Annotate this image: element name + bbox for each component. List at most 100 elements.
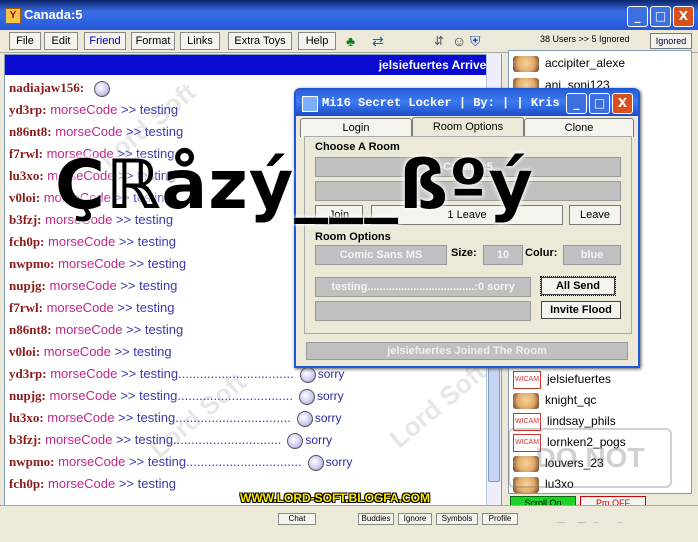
chat-nick[interactable]: b3fzj: <box>9 432 42 447</box>
colour-field[interactable]: blue <box>563 245 621 265</box>
message-field[interactable]: testing.................................… <box>315 277 531 297</box>
chat-nick[interactable]: f7rwl: <box>9 146 43 161</box>
sorry-text: sorry <box>314 411 342 425</box>
app-icon: Y <box>5 8 21 24</box>
ignored-button[interactable]: Ignored <box>650 33 692 49</box>
tab-buddies[interactable]: Buddies <box>358 513 394 525</box>
smiley-icon <box>299 388 315 405</box>
chat-code: morseCode <box>49 388 117 403</box>
locker-title-bar: Mi16 Secret Locker | By: | | Kris _ □ X <box>296 90 638 116</box>
chat-nick[interactable]: f7rwl: <box>9 300 43 315</box>
chat-code: morseCode <box>43 344 111 359</box>
chat-nick[interactable]: nwpmo: <box>9 256 55 271</box>
menu-help[interactable]: Help <box>298 32 336 50</box>
secret-locker-dialog: Mi16 Secret Locker | By: | | Kris _ □ X … <box>294 88 640 368</box>
tab-profile[interactable]: Profile <box>482 513 518 525</box>
invite-flood-button[interactable]: Invite Flood <box>541 301 621 319</box>
chat-code: morseCode <box>55 322 123 337</box>
smiley-icon <box>307 454 324 471</box>
overlay-title: Çℝåzý___ßºý <box>55 146 534 225</box>
shield-icon[interactable]: ⛨ <box>470 32 481 50</box>
chat-nick[interactable]: n86nt8: <box>9 124 52 139</box>
network-icon[interactable]: ⇄ <box>372 32 384 50</box>
chat-line: n86nt8: morseCode >> testing <box>9 319 183 341</box>
tab-clone[interactable]: Clone <box>524 118 634 137</box>
size-field[interactable]: 10 <box>483 245 523 265</box>
room-options-label: Room Options <box>315 231 391 243</box>
copy-watermark: DO NOT COPY <box>508 428 672 529</box>
chat-nick[interactable]: fch0p: <box>9 476 44 491</box>
tab-chat[interactable]: Chat <box>278 513 316 525</box>
menu-links[interactable]: Links <box>180 32 220 50</box>
menu-edit[interactable]: Edit <box>44 32 78 50</box>
chat-line: nupjg: morseCode >> testing <box>9 275 177 297</box>
user-name: knight_qc <box>545 393 597 407</box>
chat-nick[interactable]: b3fzj: <box>9 212 42 227</box>
tree-icon[interactable]: ♣ <box>346 32 355 50</box>
user-list-item[interactable]: WICAM jelsiefuertes <box>513 369 611 389</box>
chat-code: morseCode <box>48 476 116 491</box>
sort-icon[interactable]: ⇵ <box>434 32 444 50</box>
chat-nick[interactable]: nupjg: <box>9 388 46 403</box>
arrival-banner: jelsiefuertes Arrives <box>5 55 501 75</box>
smiley-icon <box>93 80 110 97</box>
chat-nick[interactable]: lu3xo: <box>9 410 44 425</box>
chat-nick[interactable]: nadiajaw156: <box>9 80 84 95</box>
menu-extra-toys[interactable]: Extra Toys <box>228 32 292 50</box>
chat-message: >> testing <box>114 344 172 359</box>
smiley-icon <box>299 366 316 383</box>
chat-code: morseCode <box>50 102 118 117</box>
chat-nick[interactable]: v0loi: <box>9 344 40 359</box>
avatar <box>513 392 539 409</box>
chat-message: >> testing <box>126 322 184 337</box>
chat-nick[interactable]: nwpmo: <box>9 454 55 469</box>
menu-friend[interactable]: Friend <box>84 32 126 50</box>
tab-room-options[interactable]: Room Options <box>412 117 524 138</box>
chat-nick[interactable]: v0loi: <box>9 190 40 205</box>
minimize-button[interactable]: _ <box>627 6 648 27</box>
close-button[interactable]: X <box>673 6 694 27</box>
tab-login[interactable]: Login <box>300 118 412 137</box>
user-list-item[interactable]: accipiter_alexe <box>513 53 625 73</box>
tab-ignore[interactable]: Ignore <box>398 513 432 525</box>
user-list-item[interactable]: knight_qc <box>513 390 596 410</box>
chat-code: morseCode <box>48 234 116 249</box>
locker-close-button[interactable]: X <box>612 93 633 114</box>
menu-format[interactable]: Format <box>131 32 175 50</box>
menu-file[interactable]: File <box>9 32 41 50</box>
chat-nick[interactable]: lu3xo: <box>9 168 44 183</box>
chat-message: >> testing <box>120 278 178 293</box>
leave-button[interactable]: Leave <box>569 205 621 225</box>
chat-nick[interactable]: yd3rp: <box>9 366 47 381</box>
chat-message: >> testing <box>118 476 176 491</box>
locker-maximize-button[interactable]: □ <box>589 93 610 114</box>
sorry-text: sorry <box>317 367 345 381</box>
window-title: Canada:5 <box>24 7 83 22</box>
colour-label: Colur: <box>525 247 558 259</box>
user-name: lindsay_phils <box>547 414 616 428</box>
maximize-button[interactable]: □ <box>650 6 671 27</box>
chat-code: morseCode <box>58 454 126 469</box>
chat-nick[interactable]: n86nt8: <box>9 322 52 337</box>
locker-minimize-button[interactable]: _ <box>566 93 587 114</box>
chat-nick[interactable]: nupjg: <box>9 278 46 293</box>
locker-app-icon <box>302 96 318 112</box>
chat-message: >> testing <box>118 234 176 249</box>
flood-field[interactable] <box>315 301 531 321</box>
all-send-button[interactable]: All Send <box>540 276 616 296</box>
smiley-icon <box>287 432 304 449</box>
font-field[interactable]: Comic Sans MS <box>315 245 447 265</box>
smiley-face-icon[interactable]: ☺ <box>452 32 466 50</box>
chat-nick[interactable]: yd3rp: <box>9 102 47 117</box>
chat-code: morseCode <box>45 432 113 447</box>
size-label: Size: <box>451 247 477 259</box>
user-name: accipiter_alexe <box>545 56 626 70</box>
bottom-bar <box>0 505 698 522</box>
chat-message: >> testing <box>128 256 187 271</box>
chat-code: morseCode <box>50 366 118 381</box>
tab-symbols[interactable]: Symbols <box>436 513 478 525</box>
footer-url: WWW.LORD-SOFT.BLOGFA.COM <box>240 491 430 505</box>
users-count: 38 Users >> 5 Ignored <box>540 34 630 44</box>
chat-line: v0loi: morseCode >> testing <box>9 341 172 363</box>
chat-nick[interactable]: fch0p: <box>9 234 44 249</box>
